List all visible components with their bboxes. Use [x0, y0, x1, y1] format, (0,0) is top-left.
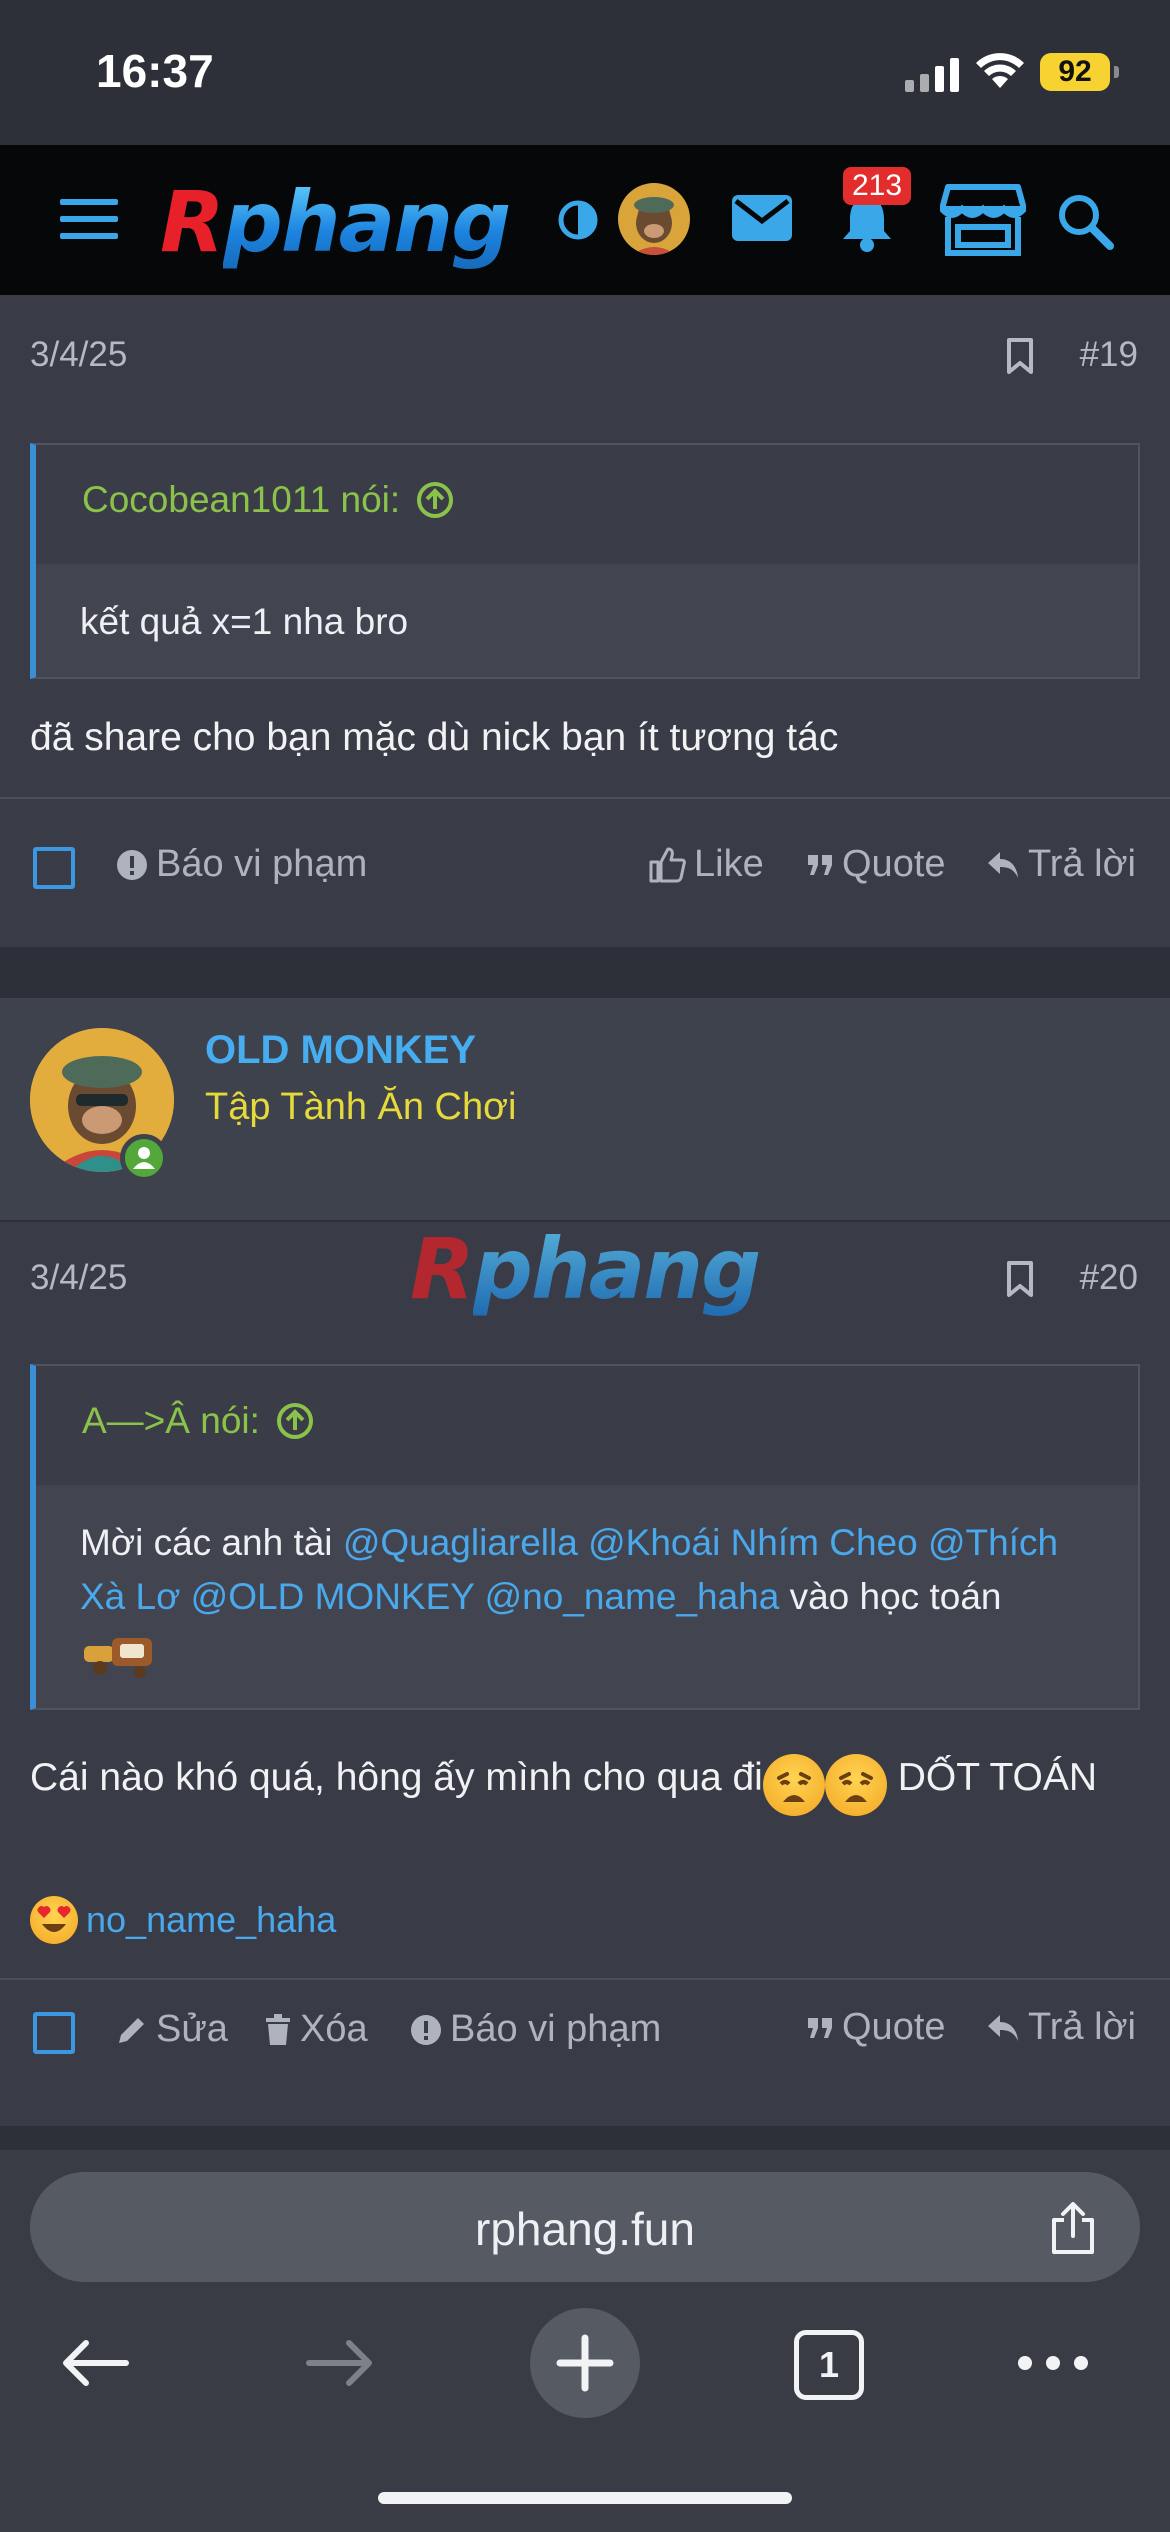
- post-body: đã share cho bạn mặc dù nick bạn ít tươn…: [30, 716, 839, 759]
- pencil-icon: [119, 2017, 144, 2043]
- quote-header[interactable]: A—>Â nói:: [36, 1366, 1138, 1486]
- mention-link[interactable]: @Quagliarella: [343, 1522, 578, 1563]
- quote-icon: [808, 854, 832, 875]
- back-arrow-icon[interactable]: [60, 2338, 130, 2388]
- watermark-logo: Rphang: [410, 1220, 761, 1318]
- post-number[interactable]: #20: [1080, 1258, 1138, 1298]
- top-navigation: Rphang 213: [0, 145, 1170, 295]
- reply-icon: [988, 2014, 1018, 2041]
- post-body: Cái nào khó quá, hông ấy mình cho qua đi…: [30, 1750, 1140, 1816]
- reply-label: Trả lời: [1028, 843, 1136, 885]
- arrow-up-circle-icon[interactable]: [416, 481, 454, 519]
- quote-block: Cocobean1011 nói: kết quả x=1 nha bro: [30, 443, 1140, 679]
- user-avatar[interactable]: [618, 183, 690, 255]
- quote-icon: [808, 2017, 832, 2038]
- tab-switcher-button[interactable]: 1: [794, 2330, 864, 2400]
- plus-icon: [556, 2334, 614, 2392]
- edit-label: Sửa: [156, 2008, 228, 2050]
- post-date[interactable]: 3/4/25: [30, 1258, 127, 1298]
- quote-author[interactable]: A—>Â nói:: [82, 1400, 260, 1441]
- post-actions: Sửa Xóa Báo vi phạm Quote Trả lời: [0, 1980, 1170, 2120]
- cellular-signal-icon: [905, 58, 959, 92]
- status-bar: 16:37 92: [0, 0, 1170, 145]
- quote-label: Quote: [842, 2006, 946, 2048]
- delete-button[interactable]: Xóa: [264, 2008, 368, 2051]
- weary-face-emoji: [762, 1753, 825, 1816]
- bookmark-icon[interactable]: [1005, 1260, 1035, 1298]
- quote-header[interactable]: Cocobean1011 nói:: [36, 445, 1138, 565]
- wifi-icon: [976, 53, 1024, 88]
- battery-indicator: 92: [1040, 53, 1119, 91]
- report-label: Báo vi phạm: [156, 843, 368, 885]
- edit-button[interactable]: Sửa: [116, 2008, 228, 2051]
- mention-link[interactable]: @Khoái Nhím Cheo: [588, 1522, 918, 1563]
- more-options-icon[interactable]: [1018, 2356, 1088, 2370]
- trash-icon: [266, 2013, 290, 2045]
- quote-block: A—>Â nói: Mời các anh tài @Quagliarella …: [30, 1364, 1140, 1710]
- report-label: Báo vi phạm: [450, 2008, 662, 2050]
- notification-count-badge: 213: [843, 167, 912, 205]
- report-button[interactable]: Báo vi phạm: [116, 843, 367, 886]
- theme-toggle-icon[interactable]: [557, 199, 599, 241]
- post-19: 3/4/25 #19 Cocobean1011 nói: kết quả x=1…: [0, 295, 1170, 947]
- sticker-icon: [84, 1638, 152, 1678]
- heart-eyes-emoji: [30, 1896, 78, 1944]
- reaction-user[interactable]: no_name_haha: [86, 1899, 336, 1941]
- post-20: 3/4/25 #20 A—>Â nói: Mời các anh tài @Qu…: [0, 1222, 1170, 2126]
- menu-icon[interactable]: [60, 199, 118, 239]
- like-label: Like: [694, 843, 764, 885]
- bookmark-icon[interactable]: [1005, 337, 1035, 375]
- alert-icon: [117, 849, 147, 880]
- home-indicator: [378, 2492, 792, 2504]
- online-status-icon: [120, 1134, 168, 1182]
- url-text[interactable]: rphang.fun: [30, 2202, 1140, 2256]
- weary-face-emoji: [824, 1753, 887, 1816]
- search-icon[interactable]: [1055, 191, 1115, 251]
- status-time: 16:37: [96, 45, 214, 97]
- mail-icon[interactable]: [730, 193, 794, 243]
- select-checkbox[interactable]: [33, 2012, 75, 2054]
- quote-text: kết quả x=1 nha bro: [36, 565, 1138, 677]
- alert-icon: [411, 2014, 441, 2045]
- report-button[interactable]: Báo vi phạm: [410, 2008, 661, 2051]
- post-actions: Báo vi phạm Like Quote Trả lời: [0, 799, 1170, 939]
- thumbs-up-icon: [649, 847, 686, 882]
- quote-button[interactable]: Quote: [806, 843, 946, 886]
- reply-label: Trả lời: [1028, 2006, 1136, 2048]
- new-tab-button[interactable]: [530, 2308, 640, 2418]
- store-icon[interactable]: [940, 183, 1026, 257]
- mention-link[interactable]: @OLD MONKEY: [191, 1576, 475, 1617]
- like-button[interactable]: Like: [648, 843, 764, 886]
- quote-author[interactable]: Cocobean1011 nói:: [82, 479, 400, 520]
- reply-icon: [988, 851, 1018, 878]
- author-card: OLD MONKEY Tập Tành Ăn Chơi: [0, 998, 1170, 1220]
- quote-label: Quote: [842, 843, 946, 885]
- post-date[interactable]: 3/4/25: [30, 335, 127, 375]
- delete-label: Xóa: [300, 2008, 368, 2050]
- quote-button[interactable]: Quote: [806, 2006, 946, 2049]
- reply-button[interactable]: Trả lời: [986, 843, 1136, 886]
- site-logo[interactable]: Rphang: [160, 173, 511, 271]
- forward-arrow-icon[interactable]: [305, 2338, 375, 2388]
- address-bar[interactable]: rphang.fun: [30, 2172, 1140, 2282]
- share-icon[interactable]: [1050, 2202, 1096, 2256]
- quote-text: Mời các anh tài @Quagliarella @Khoái Nhí…: [36, 1486, 1138, 1708]
- reply-button[interactable]: Trả lời: [986, 2006, 1136, 2049]
- author-title: Tập Tành Ăn Chơi: [205, 1086, 517, 1128]
- author-name[interactable]: OLD MONKEY: [205, 1028, 476, 1073]
- post-number[interactable]: #19: [1080, 335, 1138, 375]
- mention-link[interactable]: @no_name_haha: [485, 1576, 780, 1617]
- arrow-up-circle-icon[interactable]: [276, 1402, 314, 1440]
- select-checkbox[interactable]: [33, 847, 75, 889]
- reaction-summary[interactable]: no_name_haha: [30, 1896, 336, 1944]
